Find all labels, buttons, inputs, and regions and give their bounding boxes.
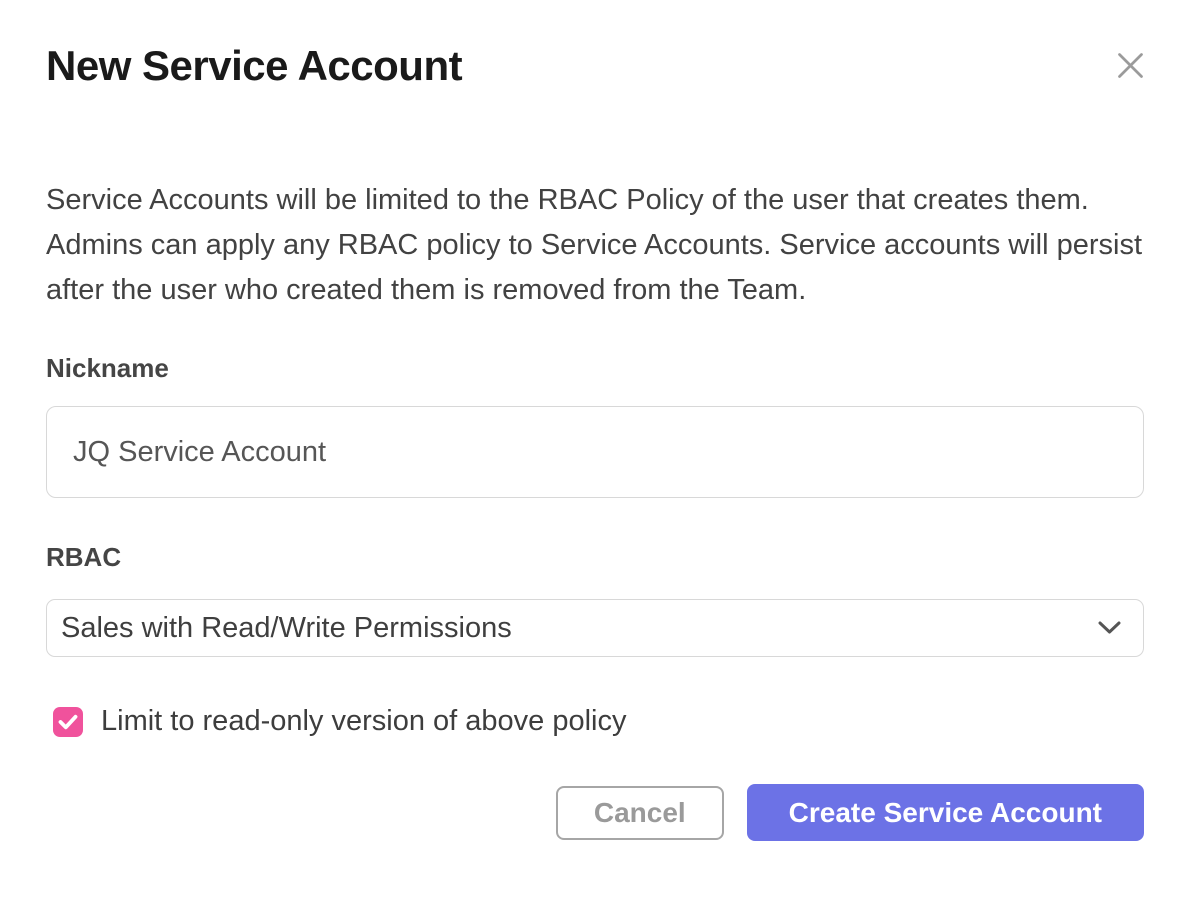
rbac-selected-value: Sales with Read/Write Permissions xyxy=(61,612,512,645)
modal-description: Service Accounts will be limited to the … xyxy=(46,178,1144,313)
chevron-down-icon xyxy=(1098,621,1121,635)
readonly-checkbox-label: Limit to read-only version of above poli… xyxy=(101,705,626,738)
rbac-label: RBAC xyxy=(46,542,1144,573)
close-icon xyxy=(1117,67,1144,82)
readonly-checkbox-row[interactable]: Limit to read-only version of above poli… xyxy=(53,705,1144,738)
modal-footer: Cancel Create Service Account xyxy=(46,784,1144,841)
new-service-account-modal: New Service Account Service Accounts wil… xyxy=(0,0,1190,904)
modal-title: New Service Account xyxy=(46,40,462,92)
readonly-checkbox[interactable] xyxy=(53,707,83,737)
rbac-select[interactable]: Sales with Read/Write Permissions xyxy=(46,599,1144,657)
nickname-input[interactable] xyxy=(46,406,1144,498)
modal-header: New Service Account xyxy=(46,40,1144,92)
nickname-label: Nickname xyxy=(46,353,1144,384)
checkmark-icon xyxy=(58,714,78,730)
create-service-account-button[interactable]: Create Service Account xyxy=(747,784,1144,841)
cancel-button[interactable]: Cancel xyxy=(556,786,724,840)
close-button[interactable] xyxy=(1109,44,1152,87)
